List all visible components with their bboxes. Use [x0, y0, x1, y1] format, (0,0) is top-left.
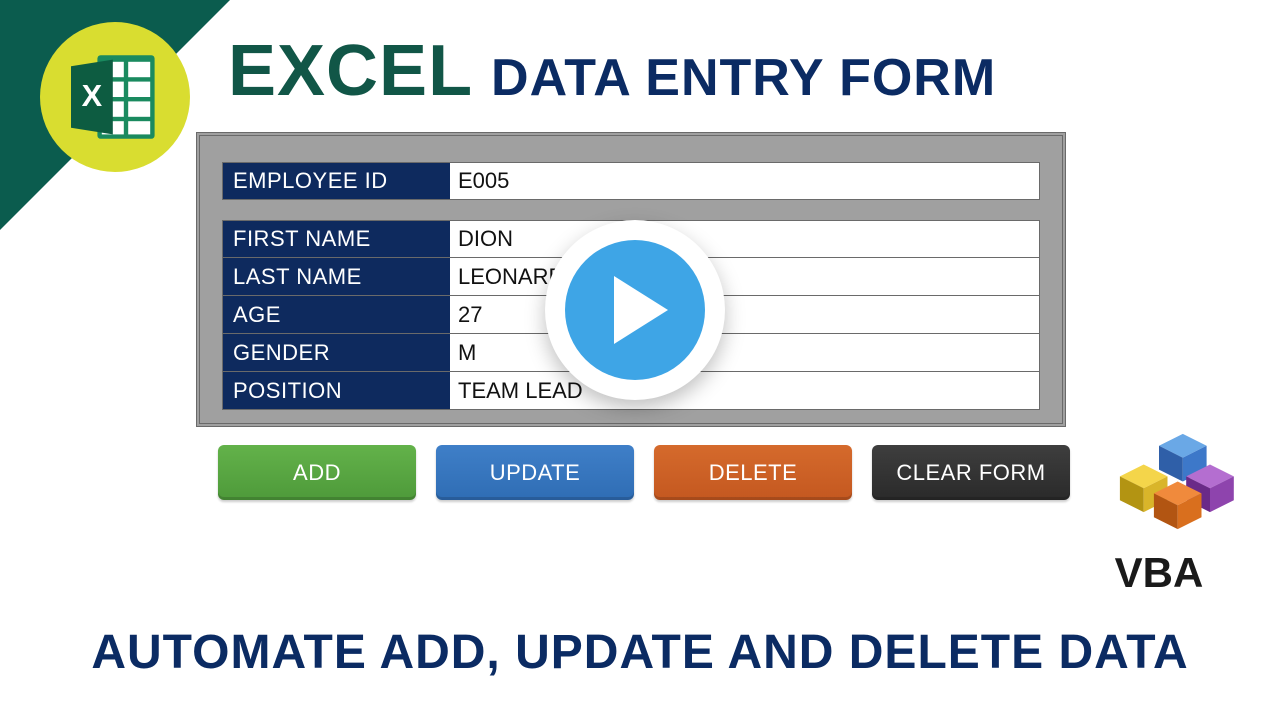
label-last-name: LAST NAME [222, 258, 450, 296]
page-title: EXCEL DATA ENTRY FORM [228, 30, 996, 112]
label-first-name: FIRST NAME [222, 220, 450, 258]
input-position[interactable]: TEAM LEAD [450, 372, 1040, 410]
page-subtitle: AUTOMATE ADD, UPDATE AND DELETE DATA [0, 625, 1280, 680]
svg-text:X: X [82, 78, 103, 113]
vba-label-text: VBA [1064, 549, 1254, 597]
input-age[interactable]: 27 [450, 296, 1040, 334]
row-employee-id: EMPLOYEE ID E005 [222, 162, 1040, 200]
label-gender: GENDER [222, 334, 450, 372]
input-first-name[interactable]: DION [450, 220, 1040, 258]
action-button-row: ADD UPDATE DELETE CLEAR FORM [218, 445, 1070, 500]
input-gender[interactable]: M [450, 334, 1040, 372]
update-button[interactable]: UPDATE [436, 445, 634, 500]
label-employee-id: EMPLOYEE ID [222, 162, 450, 200]
add-button[interactable]: ADD [218, 445, 416, 500]
title-subtitle: DATA ENTRY FORM [491, 48, 996, 108]
vba-logo: VBA [1064, 430, 1254, 597]
excel-logo-icon: X [40, 22, 190, 172]
play-icon [565, 240, 705, 380]
input-employee-id[interactable]: E005 [450, 162, 1040, 200]
play-button[interactable] [545, 220, 725, 400]
label-age: AGE [222, 296, 450, 334]
label-position: POSITION [222, 372, 450, 410]
delete-button[interactable]: DELETE [654, 445, 852, 500]
input-last-name[interactable]: LEONARD [450, 258, 1040, 296]
title-word-excel: EXCEL [228, 30, 473, 112]
clear-form-button[interactable]: CLEAR FORM [872, 445, 1070, 500]
